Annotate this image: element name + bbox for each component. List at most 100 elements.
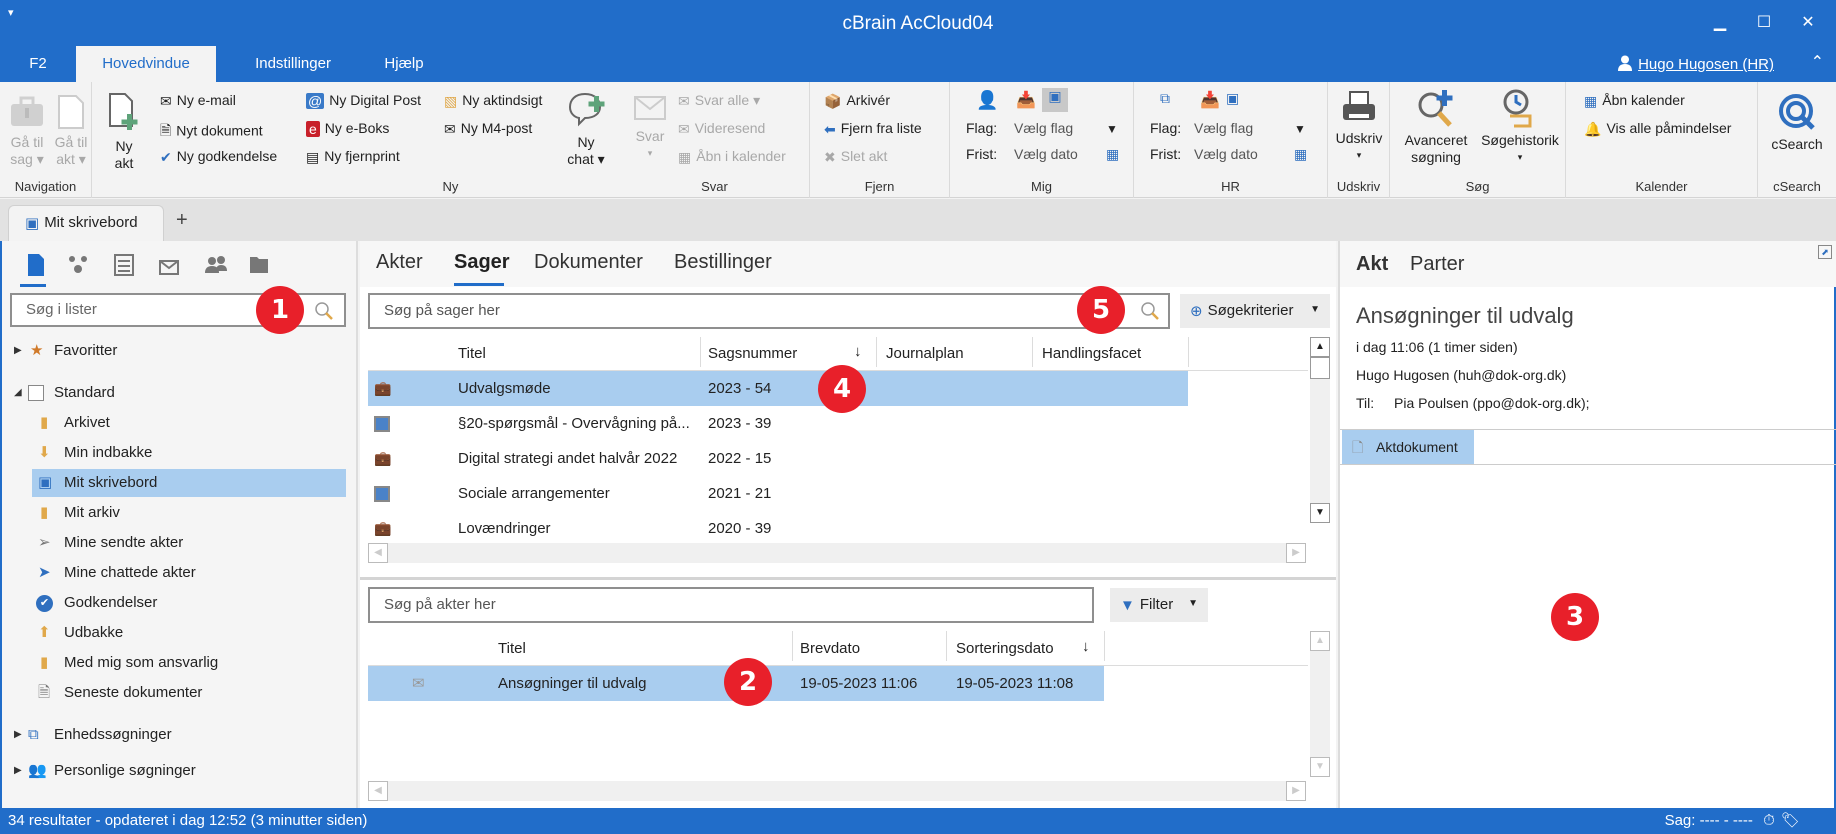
inbox-icon[interactable]: 📥: [1016, 90, 1036, 110]
column-header-titel[interactable]: Titel: [458, 345, 486, 362]
hr-flag-select[interactable]: Vælg flag: [1194, 120, 1253, 136]
scroll-left-button[interactable]: ◀: [368, 543, 388, 563]
hr-frist-select[interactable]: Vælg dato: [1194, 146, 1258, 162]
scroll-right-button[interactable]: ▶: [1286, 781, 1306, 801]
close-button[interactable]: ✕: [1796, 12, 1820, 32]
documents-vertical-scrollbar[interactable]: ▲ ▼: [1310, 631, 1330, 777]
ny-chat-button[interactable]: Ny chat ▾: [566, 90, 606, 168]
case-row[interactable]: 💼 Udvalgsmøde 2023 - 54: [368, 371, 1188, 406]
column-header-journalplan[interactable]: Journalplan: [886, 345, 964, 362]
aabn-kalender-button[interactable]: ▦ Åbn kalender: [1584, 92, 1685, 110]
column-header-brevdato[interactable]: Brevdato: [800, 640, 860, 657]
column-separator[interactable]: [792, 631, 793, 661]
scroll-down-button[interactable]: ▼: [1310, 757, 1330, 777]
collapse-ribbon-button[interactable]: ⌃: [1811, 52, 1824, 72]
tree-item-min-indbakke[interactable]: ⬇ Min indbakke: [32, 439, 346, 467]
aabn-i-kalender-button[interactable]: ▦ Åbn i kalender: [678, 148, 786, 166]
users-icon[interactable]: [204, 253, 228, 277]
mig-calendar-icon[interactable]: ▦: [1106, 146, 1119, 163]
udskriv-button[interactable]: Udskriv ▾: [1332, 90, 1386, 164]
cases-vertical-scrollbar[interactable]: ▲ ▼: [1310, 337, 1330, 523]
menu-tab-indstillinger[interactable]: Indstillinger: [228, 46, 358, 82]
document-list-icon[interactable]: [24, 253, 48, 277]
ny-digital-post-button[interactable]: @ Ny Digital Post: [306, 92, 421, 110]
scroll-up-button[interactable]: ▲: [1310, 631, 1330, 651]
scroll-left-button[interactable]: ◀: [368, 781, 388, 801]
column-separator[interactable]: [700, 337, 701, 367]
mail-stack-icon[interactable]: [158, 253, 182, 277]
tree-item-godkendelser[interactable]: ✔ Godkendelser: [32, 589, 346, 617]
tab-bestillinger[interactable]: Bestillinger: [674, 251, 772, 274]
goto-akt-button[interactable]: Gå til akt ▾: [52, 94, 90, 168]
tab-akter[interactable]: Akter: [376, 251, 423, 274]
csearch-button[interactable]: cSearch: [1768, 92, 1826, 153]
tree-item-mit-arkiv[interactable]: ▮ Mit arkiv: [32, 499, 346, 527]
user-link[interactable]: Hugo Hugosen (HR): [1618, 55, 1774, 73]
hr-calendar-icon[interactable]: ▦: [1294, 146, 1307, 163]
inbox-icon[interactable]: 📥: [1200, 90, 1220, 110]
tree-item-personlige-soegninger[interactable]: ▶ 👥 Personlige søgninger: [2, 757, 358, 785]
person-icon[interactable]: 👤: [976, 90, 998, 111]
column-header-sorteringsdato[interactable]: Sorteringsdato: [956, 640, 1054, 657]
expand-arrow-icon[interactable]: ▶: [14, 337, 22, 365]
filter-button[interactable]: ▼ Filter ▼: [1110, 588, 1208, 622]
expand-arrow-icon[interactable]: ▶: [14, 757, 22, 785]
hr-flag-dropdown-icon[interactable]: ▼: [1294, 122, 1306, 136]
column-separator[interactable]: [1104, 631, 1105, 661]
cases-horizontal-scrollbar[interactable]: ◀ ▶: [368, 543, 1306, 563]
mig-flag-select[interactable]: Vælg flag: [1014, 120, 1073, 136]
goto-sag-button[interactable]: Gå til sag ▾: [8, 94, 46, 168]
column-header-handlingsfacet[interactable]: Handlingsfacet: [1042, 345, 1141, 362]
mig-flag-dropdown-icon[interactable]: ▼: [1106, 122, 1118, 136]
menu-tab-hovedvindue[interactable]: Hovedvindue: [76, 46, 216, 82]
sager-search-input[interactable]: Søg på sager her: [368, 293, 1170, 329]
tree-item-mit-skrivebord[interactable]: ▣ Mit skrivebord: [32, 469, 346, 497]
tag-icon[interactable]: 🏷: [1781, 812, 1800, 829]
collapse-arrow-icon[interactable]: ◢: [14, 379, 22, 407]
scroll-up-button[interactable]: ▲: [1310, 337, 1330, 357]
tree-item-med-mig-som-ansvarlig[interactable]: ▮ Med mig som ansvarlig: [32, 649, 346, 677]
arkiver-button[interactable]: 📦 Arkivér: [824, 92, 890, 110]
menu-tab-hjaelp[interactable]: Hjælp: [364, 46, 444, 82]
nyt-dokument-button[interactable]: 🗎 Nyt dokument: [160, 120, 263, 144]
scroll-down-button[interactable]: ▼: [1310, 503, 1330, 523]
column-separator[interactable]: [1188, 337, 1189, 367]
case-row[interactable]: §20-spørgsmål - Overvågning på... 2023 -…: [368, 406, 1188, 441]
scroll-right-button[interactable]: ▶: [1286, 543, 1306, 563]
tree-item-udbakke[interactable]: ⬆ Udbakke: [32, 619, 346, 647]
stopwatch-icon[interactable]: ⏱: [1763, 812, 1775, 829]
tree-item-favoritter[interactable]: ▶ ★ Favoritter: [2, 337, 358, 365]
tree-item-mine-chattede-akter[interactable]: ➤ Mine chattede akter: [32, 559, 346, 587]
ny-akt-button[interactable]: Ny akt: [106, 92, 142, 172]
avanceret-soegning-button[interactable]: Avanceret søgning: [1398, 88, 1474, 166]
group-icon[interactable]: [66, 253, 90, 277]
ny-aktindsigt-button[interactable]: ▧ Ny aktindsigt: [444, 92, 542, 110]
desk-icon[interactable]: ▣: [1042, 88, 1068, 112]
workspace-tab-mit-skrivebord[interactable]: ▣ Mit skrivebord: [8, 205, 164, 241]
ny-godkendelse-button[interactable]: ✔ Ny godkendelse: [160, 148, 277, 166]
slet-akt-button[interactable]: ✖ Slet akt: [824, 148, 887, 166]
sort-descending-icon[interactable]: ↓: [854, 343, 862, 360]
soegekriterier-button[interactable]: ⊕ Søgekriterier ▼: [1180, 294, 1330, 328]
org-unit-icon[interactable]: ⧉: [1160, 90, 1170, 107]
soegehistorik-button[interactable]: Søgehistorik ▾: [1476, 88, 1564, 166]
videresend-button[interactable]: ✉ Videresend: [678, 120, 765, 138]
column-header-sagsnummer[interactable]: Sagsnummer: [708, 345, 797, 362]
tab-sager[interactable]: Sager: [454, 251, 510, 274]
list-icon[interactable]: [112, 253, 136, 277]
case-row[interactable]: 💼 Lovændringer 2020 - 39: [368, 511, 1188, 546]
ny-m4-post-button[interactable]: ✉ Ny M4-post: [444, 120, 532, 138]
pane-splitter[interactable]: [360, 577, 1336, 580]
tab-parter[interactable]: Parter: [1410, 253, 1464, 276]
menu-tab-f2[interactable]: F2: [10, 46, 66, 82]
column-header-titel[interactable]: Titel: [498, 640, 526, 657]
column-separator[interactable]: [1032, 337, 1033, 367]
sort-descending-icon[interactable]: ↓: [1082, 638, 1090, 655]
aktdokument-tab[interactable]: 🗋 Aktdokument: [1342, 430, 1474, 464]
scroll-thumb[interactable]: [1310, 357, 1330, 379]
tab-dokumenter[interactable]: Dokumenter: [534, 251, 643, 274]
tree-item-standard[interactable]: ◢ Standard: [2, 379, 358, 407]
expand-arrow-icon[interactable]: ▶: [14, 721, 22, 749]
tree-item-enhedssoegninger[interactable]: ▶ ⧉ Enhedssøgninger: [2, 721, 358, 749]
desk-icon[interactable]: ▣: [1226, 90, 1239, 107]
